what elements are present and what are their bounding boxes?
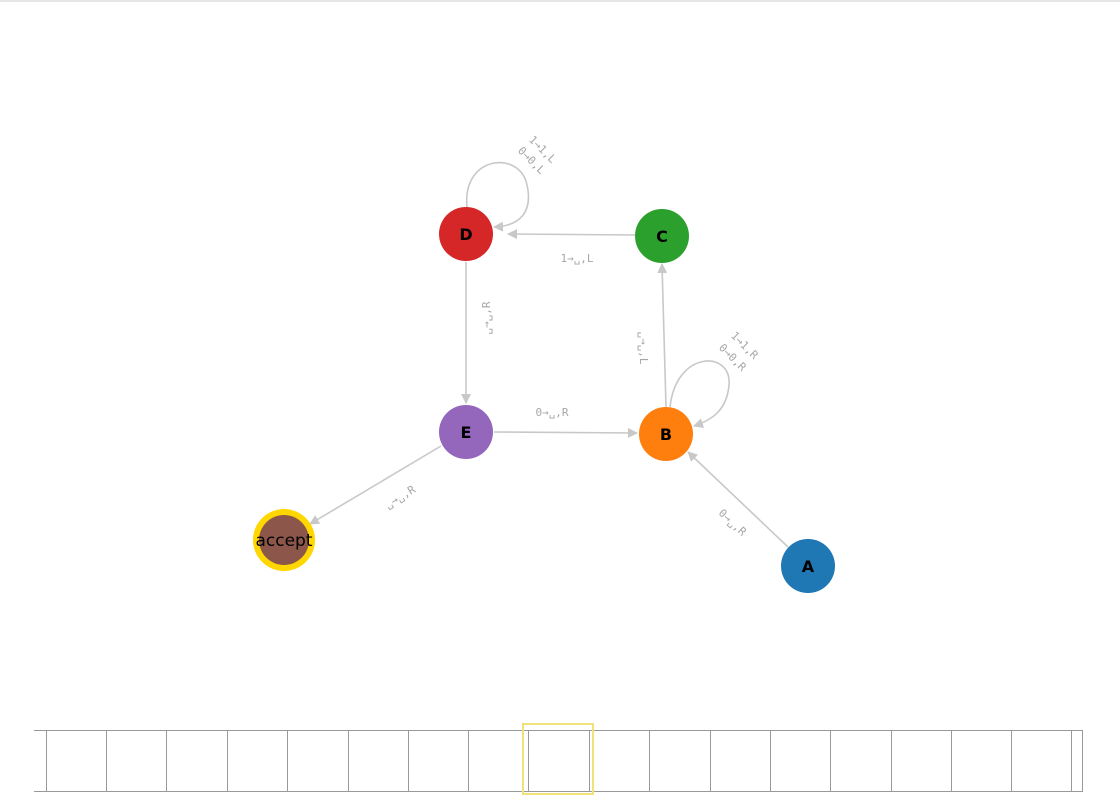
tape-cell bbox=[891, 731, 951, 791]
tape-cell bbox=[830, 731, 890, 791]
state-node-d[interactable]: D bbox=[439, 207, 493, 261]
tape-cell bbox=[227, 731, 287, 791]
state-node-c[interactable]: C bbox=[635, 209, 689, 263]
tape-cell bbox=[408, 731, 468, 791]
transition-a-to-b[interactable]: 0→␣,R bbox=[687, 451, 789, 548]
state-diagram: 0→␣,R 1→1,R 0→0,R ␣→␣,L 1→␣,L 1→1,L 0→0,… bbox=[253, 133, 835, 593]
state-label: C bbox=[656, 227, 668, 246]
transition-label: ␣→␣,R bbox=[480, 301, 493, 334]
transition-label: 0→␣,R bbox=[535, 406, 568, 419]
tape-cell bbox=[1071, 731, 1120, 791]
state-label: E bbox=[461, 423, 472, 442]
transition-d-to-e[interactable]: ␣→␣,R bbox=[461, 262, 493, 404]
tape-cell bbox=[770, 731, 830, 791]
state-node-a[interactable]: A bbox=[781, 539, 835, 593]
transition-c-to-d[interactable]: 1→␣,L bbox=[507, 229, 637, 265]
tape-cell bbox=[649, 731, 709, 791]
state-label: B bbox=[660, 425, 672, 444]
tape-cell bbox=[951, 731, 1011, 791]
transition-e-to-accept[interactable]: ␣→␣,R bbox=[309, 445, 442, 525]
tape-cell-edge bbox=[1082, 731, 1083, 791]
transition-label: ␣→␣,L bbox=[637, 331, 650, 364]
tape-cell bbox=[710, 731, 770, 791]
transition-label: ␣→␣,R bbox=[383, 483, 418, 511]
tape-head-indicator bbox=[522, 723, 594, 795]
state-label: D bbox=[459, 225, 472, 244]
transition-b-self-loop[interactable]: 1→1,R 0→0,R bbox=[669, 329, 761, 428]
state-node-e[interactable]: E bbox=[439, 405, 493, 459]
state-label: A bbox=[802, 557, 815, 576]
transition-label: 1→␣,L bbox=[560, 252, 593, 265]
state-label: accept bbox=[255, 531, 312, 551]
state-node-accept[interactable]: accept bbox=[253, 509, 315, 571]
tape-cell bbox=[46, 731, 106, 791]
tape-cell bbox=[106, 731, 166, 791]
tape-cell bbox=[287, 731, 347, 791]
tape-cell bbox=[348, 731, 408, 791]
transition-label: 0→␣,R bbox=[716, 506, 749, 538]
tape-cell bbox=[166, 731, 226, 791]
transition-b-to-c[interactable]: ␣→␣,L bbox=[637, 263, 668, 408]
tape-cell bbox=[589, 731, 649, 791]
tape-cell bbox=[1011, 731, 1071, 791]
transition-e-to-b[interactable]: 0→␣,R bbox=[493, 406, 638, 438]
tape-cell bbox=[468, 731, 528, 791]
state-node-b[interactable]: B bbox=[639, 407, 693, 461]
